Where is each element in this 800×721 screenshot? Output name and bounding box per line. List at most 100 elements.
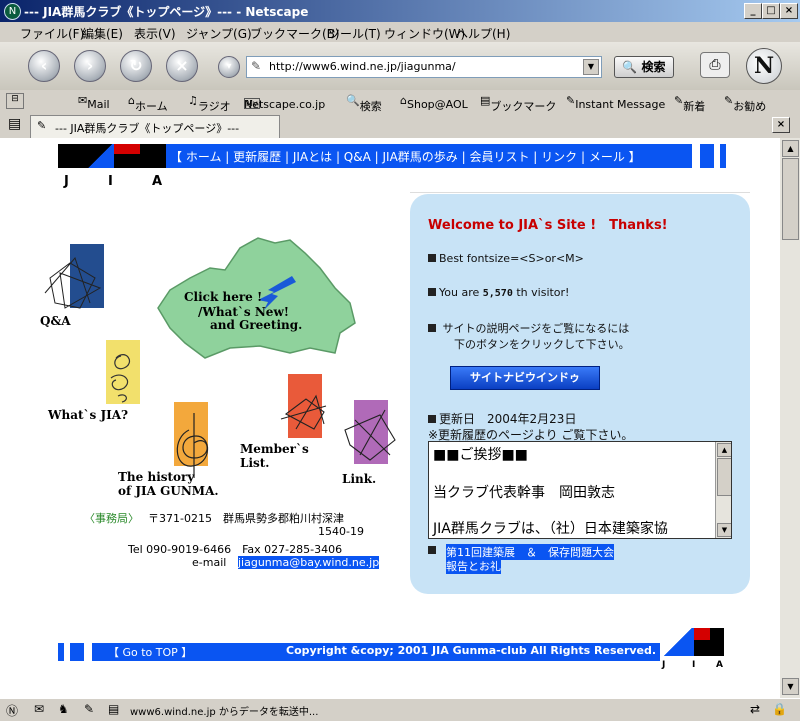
- bookmark-mail[interactable]: ✉ Mail: [78, 94, 110, 111]
- menu-tools[interactable]: ツール(T): [328, 25, 381, 42]
- members-link-line1[interactable]: Member`s: [240, 442, 309, 456]
- textarea-scrollbar[interactable]: ▲ ▼: [715, 442, 731, 538]
- url-text: http://www6.wind.ne.jp/jiagunma/: [269, 60, 456, 73]
- footer-logo-letter-j: J: [662, 660, 666, 670]
- whats-jia-spiral-icon[interactable]: [96, 338, 146, 408]
- forward-button[interactable]: ›: [74, 50, 106, 82]
- site-navi-window-button[interactable]: サイトナビウインドゥ: [450, 366, 600, 390]
- office-email-label: e-mail: [192, 556, 227, 569]
- qa-sketch-icon[interactable]: [40, 248, 110, 318]
- textarea-line: ■■ご挨拶■■: [433, 447, 528, 463]
- scroll-up-icon[interactable]: ▲: [717, 443, 731, 457]
- menu-help[interactable]: ヘルプ(H): [456, 25, 510, 42]
- textarea-line: JIA群馬クラブは、（社）日本建築家協: [433, 521, 668, 537]
- menu-bookmarks[interactable]: ブックマーク(B): [250, 25, 340, 42]
- logo-letter-i: I: [108, 174, 113, 189]
- footer-block: [58, 643, 64, 661]
- search-button[interactable]: 🔍 検索: [614, 56, 674, 78]
- netscape-status-icon[interactable]: Ⓝ: [6, 702, 18, 719]
- search-button-label: 検索: [641, 60, 666, 74]
- office-address-line1: 〒371-0215 群馬県勢多郡粕川村深津: [148, 512, 344, 525]
- history-link-line1[interactable]: The history: [118, 470, 194, 484]
- office-address-line2: 1540-19: [318, 525, 364, 538]
- stop-button[interactable]: ×: [166, 50, 198, 82]
- nav-links[interactable]: リンク: [541, 150, 577, 164]
- addressbook-status-icon[interactable]: ▤: [108, 702, 119, 716]
- scroll-down-icon[interactable]: ▼: [717, 523, 731, 537]
- nav-about-jia[interactable]: JIAとは: [293, 150, 332, 164]
- tab-active[interactable]: ✎ --- JIA群馬クラブ《トップページ》---: [30, 115, 280, 138]
- menu-bar: ファイル(F) 編集(E) 表示(V) ジャンプ(G) ブックマーク(B) ツー…: [0, 22, 800, 42]
- history-spiral-icon[interactable]: [164, 408, 224, 478]
- scroll-thumb[interactable]: [717, 458, 731, 496]
- members-link-line2[interactable]: List.: [240, 456, 269, 470]
- bookmark-recommend[interactable]: ✎ お勧め: [724, 94, 766, 113]
- security-lock-icon[interactable]: 🔒: [772, 702, 787, 716]
- maximize-button[interactable]: □: [762, 3, 780, 19]
- bookmark-new[interactable]: ✎ 新着: [674, 94, 705, 113]
- window-title-bar[interactable]: N --- JIA群馬クラブ《トップページ》--- - Netscape _ □…: [0, 0, 800, 22]
- map-text-whats-new[interactable]: /What`s New!: [198, 305, 289, 319]
- greeting-textarea[interactable]: ■■ご挨拶■■ 当クラブ代表幹事 岡田敦志 JIA群馬クラブは、（社）日本建築家…: [428, 441, 732, 539]
- new-tab-icon[interactable]: ▤: [8, 116, 21, 132]
- aim-status-icon[interactable]: ♞: [58, 702, 69, 716]
- bookmark-shop[interactable]: ⌂ Shop@AOL: [400, 94, 468, 111]
- menu-file[interactable]: ファイル(F): [20, 25, 84, 42]
- link-sketch-icon[interactable]: [340, 400, 400, 470]
- url-dropdown-icon[interactable]: ▼: [583, 59, 599, 75]
- print-icon[interactable]: ⎙: [700, 52, 730, 78]
- footer-logo-wedge: [662, 628, 694, 656]
- menu-window[interactable]: ウィンドウ(W): [384, 25, 465, 42]
- page-scroll-up-icon[interactable]: ▲: [782, 140, 799, 157]
- nav-mail[interactable]: メール 】: [589, 150, 641, 164]
- bookmark-home[interactable]: ⌂ ホーム: [128, 94, 168, 113]
- nav-qa[interactable]: Q&A: [344, 150, 371, 164]
- page-scroll-down-icon[interactable]: ▼: [782, 678, 799, 695]
- go-to-top-link[interactable]: 【 Go to TOP 】: [108, 644, 192, 660]
- map-text-click-here[interactable]: Click here !: [184, 290, 262, 304]
- history-link-line2[interactable]: of JIA GUNMA.: [118, 484, 219, 498]
- members-sketch-icon[interactable]: [276, 384, 336, 444]
- nav-bar-end-block-2: [720, 144, 726, 168]
- nav-history[interactable]: 更新履歴: [233, 150, 281, 164]
- news-bullet: [428, 544, 439, 557]
- page-scroll-thumb[interactable]: [782, 158, 799, 240]
- textarea-line: 当クラブ代表幹事 岡田敦志: [433, 485, 615, 501]
- composer-status-icon[interactable]: ✎: [84, 702, 94, 716]
- bookmark-search[interactable]: 🔍 検索: [346, 94, 382, 113]
- netscape-logo[interactable]: N: [746, 48, 782, 84]
- tab-bar: ▤ ✎ --- JIA群馬クラブ《トップページ》--- ×: [0, 112, 800, 139]
- guide-line2: 下のボタンをクリックして下さい。: [454, 338, 630, 351]
- nav-home[interactable]: 【 ホーム: [170, 150, 221, 164]
- jia-logo-blue-wedge: [86, 144, 114, 168]
- minimize-button[interactable]: _: [744, 3, 762, 19]
- bookmark-instant-message[interactable]: ✎ Instant Message: [566, 94, 665, 111]
- bookmark-radio[interactable]: ♫ ラジオ: [188, 94, 231, 113]
- link-link[interactable]: Link.: [342, 472, 376, 486]
- page-scrollbar[interactable]: ▲ ▼: [780, 138, 800, 698]
- copyright-text: Copyright &copy; 2001 JIA Gunma-club All…: [286, 644, 657, 657]
- menu-view[interactable]: 表示(V): [134, 25, 176, 42]
- office-email-link[interactable]: jiagunma@bay.wind.ne.jp: [238, 556, 380, 569]
- mail-status-icon[interactable]: ✉: [34, 702, 44, 716]
- history-dropdown-button[interactable]: ▾: [218, 56, 240, 78]
- nav-bar-end-block: [700, 144, 714, 168]
- footer-logo-letter-i: I: [692, 660, 696, 670]
- map-text-greeting[interactable]: and Greeting.: [210, 318, 302, 332]
- back-button[interactable]: ‹: [28, 50, 60, 82]
- close-window-button[interactable]: ×: [780, 3, 798, 19]
- nav-jia-gunma-history[interactable]: JIA群馬の歩み: [382, 150, 457, 164]
- netscape-app-icon: N: [4, 3, 21, 20]
- menu-go[interactable]: ジャンプ(G): [186, 25, 252, 42]
- menu-edit[interactable]: 編集(E): [82, 25, 123, 42]
- close-tab-button[interactable]: ×: [772, 117, 790, 133]
- whats-jia-link[interactable]: What`s JIA?: [48, 408, 128, 422]
- sidebar-toggle-icon[interactable]: ⊟: [6, 93, 24, 109]
- reload-button[interactable]: ↻: [120, 50, 152, 82]
- url-bar[interactable]: ✎ http://www6.wind.ne.jp/jiagunma/ ▼: [246, 56, 602, 78]
- nav-member-list[interactable]: 会員リスト: [469, 150, 529, 164]
- qa-link[interactable]: Q&A: [40, 314, 71, 328]
- news-link-line2[interactable]: 報告とお礼: [446, 558, 501, 574]
- bookmark-folder[interactable]: ▤ ブックマーク: [480, 94, 556, 113]
- footer-logo-red: [694, 628, 710, 640]
